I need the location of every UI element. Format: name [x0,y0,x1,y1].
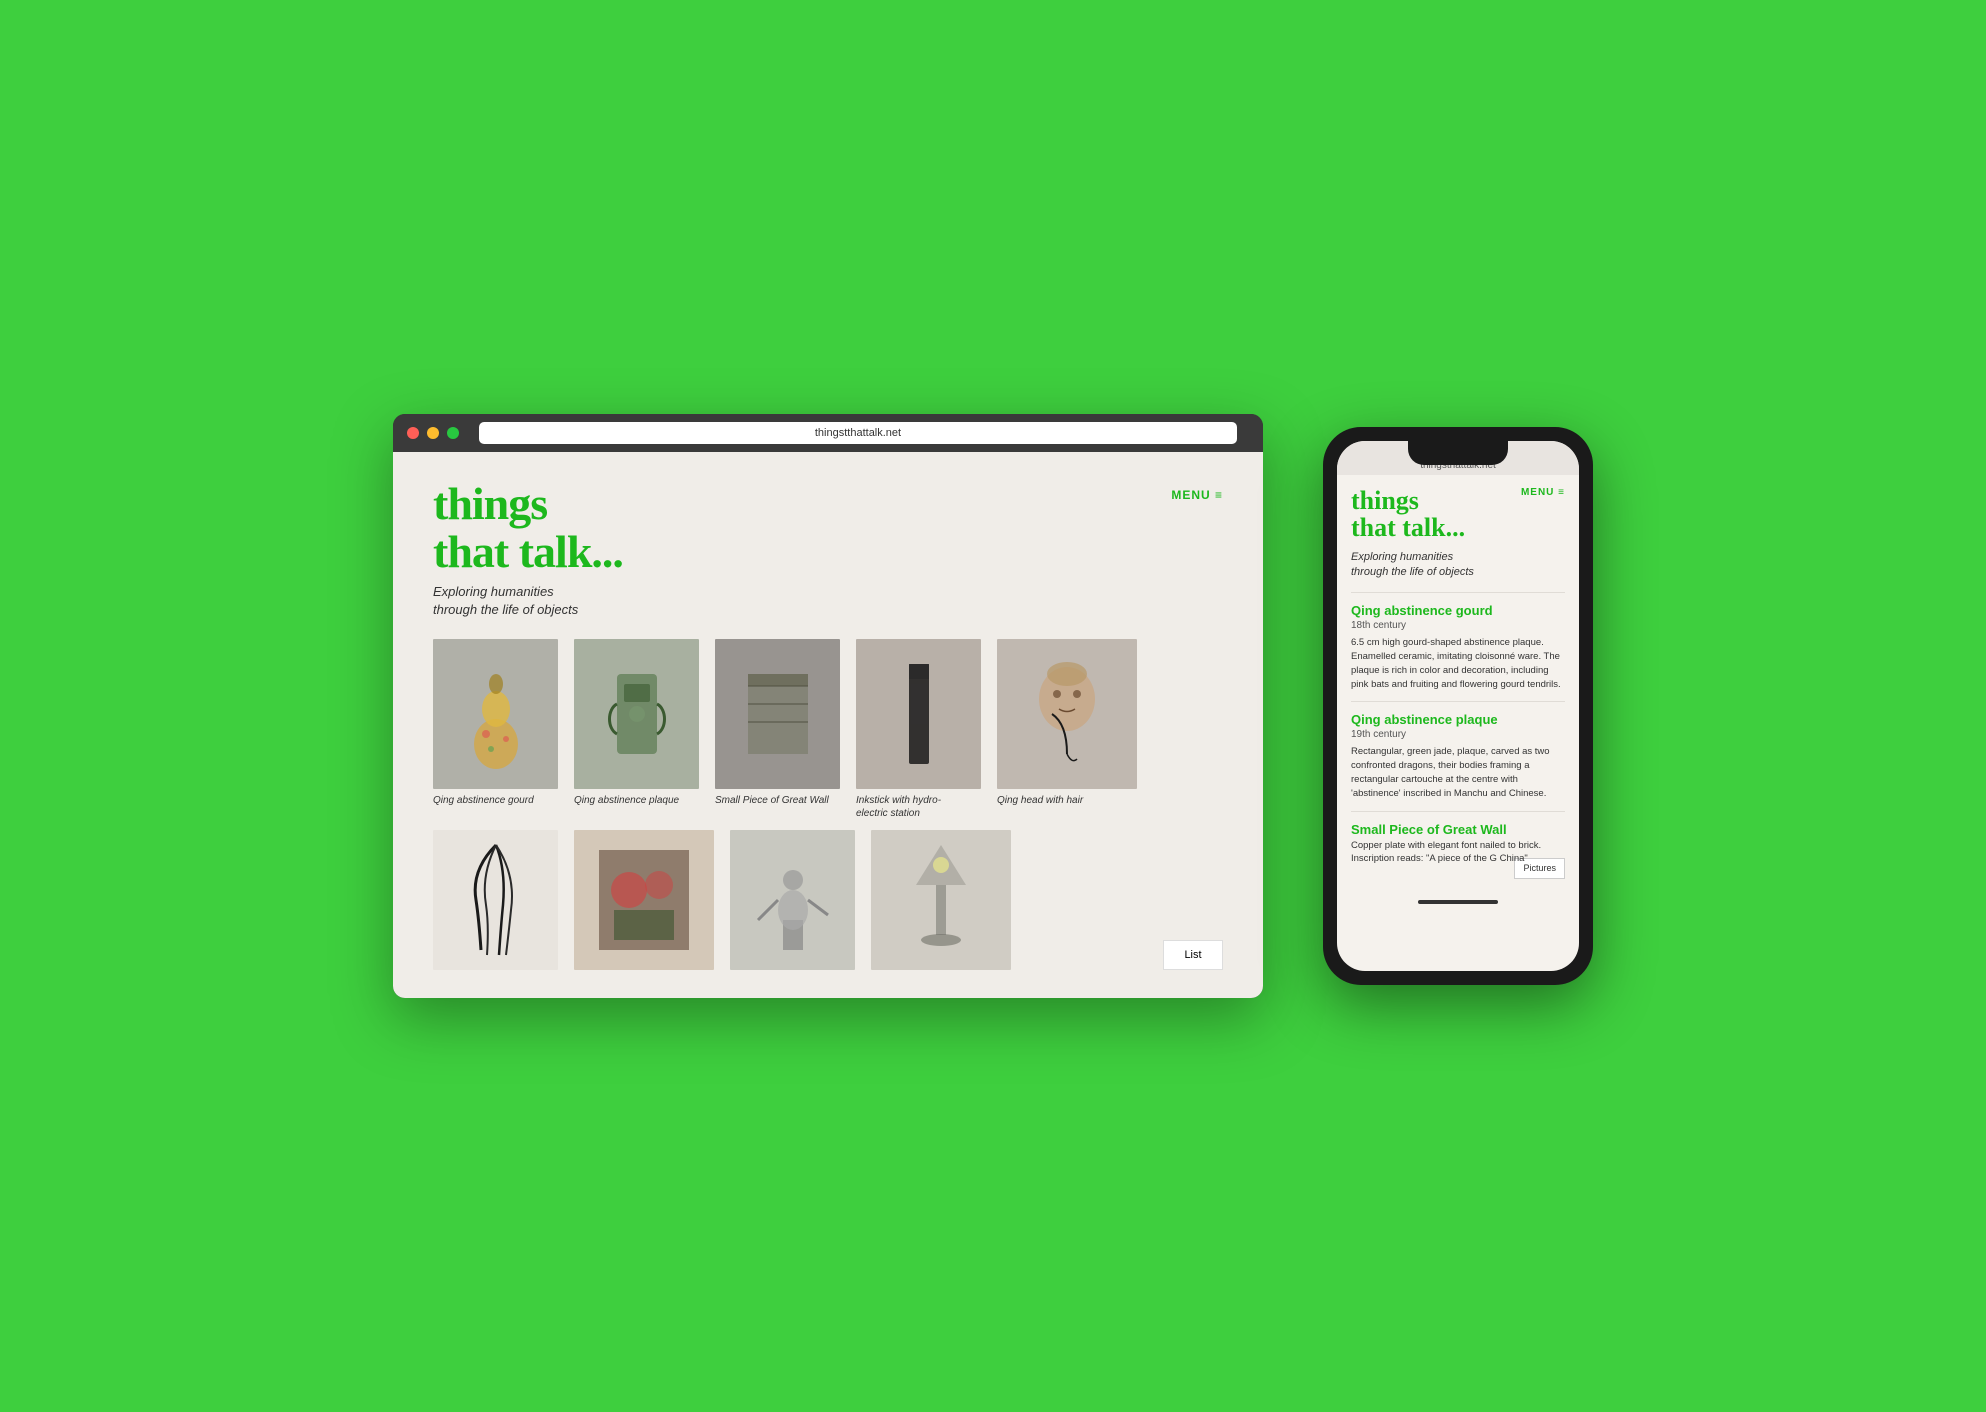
phone-home-bar [1337,882,1579,910]
artifact-wall-label: Small Piece of Great Wall [715,794,829,807]
divider-3 [1351,811,1565,812]
artifact-folk [574,830,714,970]
grid-row-2: List [433,830,1223,970]
site-logo: things that talk... [433,480,623,577]
artifact-img-folk [574,830,714,970]
artifact-img-lamp [871,830,1011,970]
artifact-img-wall [715,639,840,789]
artifact-img-head [997,639,1137,789]
menu-button[interactable]: MENU ≡ [1171,488,1223,502]
artifact-inkstick-label: Inkstick with hydro-electric station [856,794,941,820]
desktop-browser: thingstthattalk.net things that talk... … [393,414,1263,998]
artifact-head-label: Qing head with hair [997,794,1083,807]
browser-dot-yellow[interactable] [427,427,439,439]
browser-chrome: thingstthattalk.net [393,414,1263,452]
grid-row-1: Qing abstinence gourd [433,639,1223,820]
artifact-wall: Small Piece of Great Wall [715,639,840,820]
phone-tagline: Exploring humanitiesthrough the life of … [1351,550,1565,581]
artifact-mech [730,830,855,970]
site-header: things that talk... Exploring humanities… [393,452,1263,639]
artifact-lamp [871,830,1011,970]
phone-item-2-desc: Rectangular, green jade, plaque, carved … [1351,745,1565,800]
phone-screen: thingsthattalk.net things that talk... M… [1337,441,1579,971]
browser-content: things that talk... Exploring humanities… [393,452,1263,998]
artifact-gourd-label: Qing abstinence gourd [433,794,534,807]
phone-logo: things that talk... [1351,487,1465,542]
browser-url[interactable]: thingstthattalk.net [479,422,1237,444]
phone-item-1-desc: 6.5 cm high gourd-shaped abstinence plaq… [1351,636,1565,691]
phone-item-3-desc: Copper plate with elegant font nailed to… [1351,839,1565,867]
mobile-phone: thingsthattalk.net things that talk... M… [1323,427,1593,985]
phone-content: things that talk... MENU ≡ Exploring hum… [1337,475,1579,882]
divider-1 [1351,592,1565,593]
divider-2 [1351,701,1565,702]
artifacts-grid: Qing abstinence gourd [393,639,1263,998]
list-button[interactable]: List [1163,940,1223,970]
artifact-img-gourd [433,639,558,789]
phone-item-2-title[interactable]: Qing abstinence plaque [1351,712,1565,727]
phone-item-2: Qing abstinence plaque 19th century Rect… [1351,712,1565,800]
artifact-img-mech [730,830,855,970]
phone-item-1: Qing abstinence gourd 18th century 6.5 c… [1351,603,1565,691]
phone-notch [1408,441,1508,465]
artifact-hair [433,830,558,970]
phone-item-3-title[interactable]: Small Piece of Great Wall [1351,822,1565,837]
artifact-plaque-label: Qing abstinence plaque [574,794,679,807]
scene: thingstthattalk.net things that talk... … [333,354,1653,1058]
phone-item-1-century: 18th century [1351,620,1565,631]
phone-menu-button[interactable]: MENU ≡ [1521,487,1565,498]
browser-dot-green[interactable] [447,427,459,439]
browser-dot-red[interactable] [407,427,419,439]
artifact-img-hair [433,830,558,970]
artifact-head: Qing head with hair [997,639,1137,820]
artifact-inkstick: Inkstick with hydro-electric station [856,639,981,820]
artifact-img-inkstick [856,639,981,789]
site-logo-area: things that talk... Exploring humanities… [433,480,623,619]
artifact-plaque: Qing abstinence plaque [574,639,699,820]
phone-item-1-title[interactable]: Qing abstinence gourd [1351,603,1565,618]
artifact-gourd: Qing abstinence gourd [433,639,558,820]
home-indicator [1418,900,1498,904]
phone-item-2-century: 19th century [1351,729,1565,740]
site-tagline: Exploring humanities through the life of… [433,583,623,619]
phone-item-3: Small Piece of Great Wall Copper plate w… [1351,822,1565,867]
artifact-img-plaque [574,639,699,789]
phone-header: things that talk... MENU ≡ [1351,487,1565,542]
